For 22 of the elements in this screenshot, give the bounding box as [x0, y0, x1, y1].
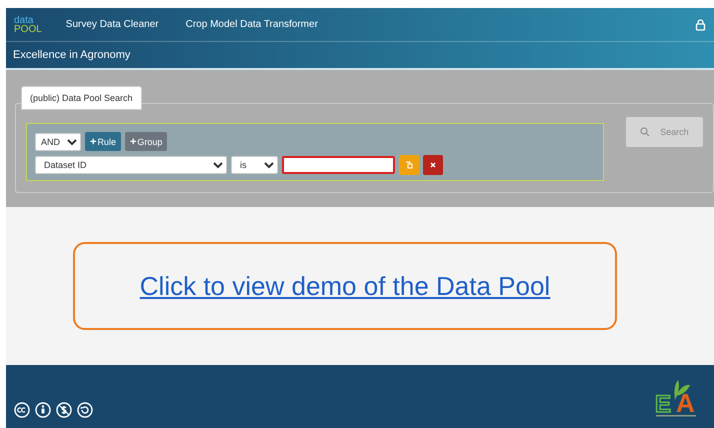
operator-dropdown[interactable]: is — [231, 156, 278, 174]
close-icon — [430, 162, 436, 168]
demo-link[interactable]: Click to view demo of the Data Pool — [140, 270, 550, 302]
cc-icon — [14, 402, 30, 418]
copy-icon — [405, 161, 413, 169]
lock-icon[interactable] — [695, 18, 706, 30]
value-input[interactable] — [282, 156, 395, 174]
field-dropdown[interactable]: Dataset ID — [35, 156, 227, 174]
add-group-button[interactable]: +Group — [124, 132, 168, 151]
search-tab[interactable]: (public) Data Pool Search — [21, 86, 142, 110]
share-alike-icon — [77, 402, 93, 418]
add-rule-button[interactable]: +Rule — [85, 132, 121, 151]
nav-link[interactable]: Crop Model Data Transformer — [186, 19, 318, 30]
search-icon — [640, 127, 650, 137]
delete-button[interactable] — [423, 155, 443, 175]
datapool-logo[interactable]: data POOL — [14, 16, 42, 34]
person-icon — [35, 402, 51, 418]
nav-link[interactable]: Survey Data Cleaner — [66, 19, 159, 30]
eia-logo: E A — [654, 376, 698, 420]
conjunction-dropdown[interactable]: AND — [35, 132, 81, 150]
no-dollar-icon — [56, 402, 72, 418]
site-subtitle: Excellence in Agronomy — [13, 49, 130, 61]
